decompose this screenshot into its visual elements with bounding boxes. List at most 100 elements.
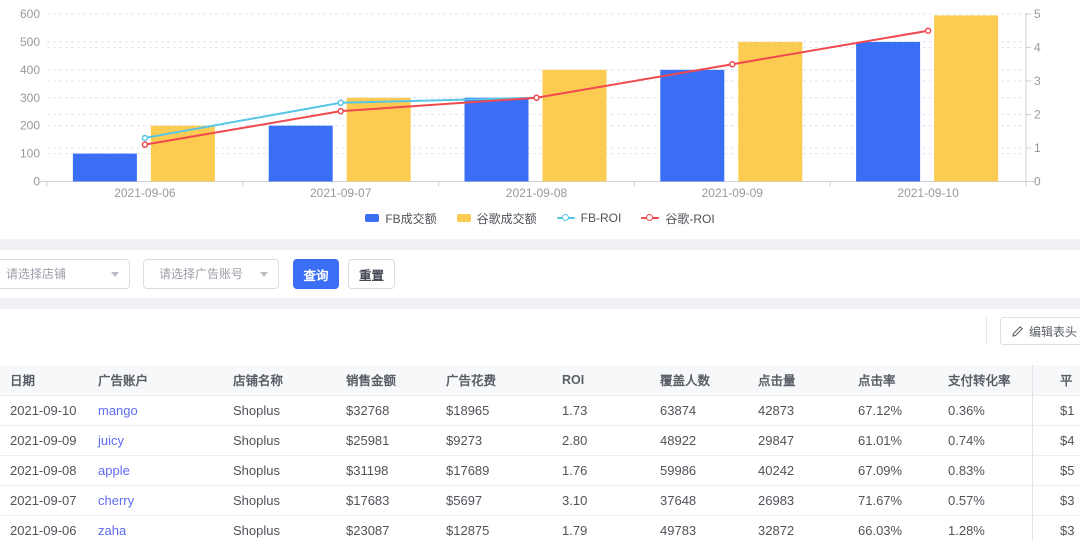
pencil-icon [1012, 325, 1023, 337]
table-cell: $9273 [436, 425, 552, 456]
table-row: 2021-09-09 juicy Shoplus $25981 $9273 2.80 489… [0, 425, 1080, 456]
table-cell: 3.10 [552, 485, 650, 516]
table-cell: 1.79 [552, 515, 650, 541]
column-header-10: 支付转化率 [938, 365, 1050, 396]
legend-label: FB-ROI [580, 211, 622, 225]
column-header-1: 日期 [0, 365, 88, 396]
table-cell: 2021-09-06 [0, 515, 88, 541]
marker-谷歌-ROI [141, 141, 149, 148]
left-axis-tick-label: 200 [20, 119, 40, 133]
table-cell: $12875 [436, 515, 552, 541]
marker-谷歌-ROI [533, 94, 540, 101]
chevron-down-icon [111, 272, 119, 277]
x-axis-category-label: 2021-09-10 [897, 186, 959, 200]
chevron-down-icon [260, 272, 268, 277]
table-cell: $25981 [336, 425, 436, 456]
marker-谷歌-ROI [729, 61, 736, 68]
column-header-2: 广告账户 [88, 365, 223, 396]
table-cell: 40242 [748, 455, 848, 486]
column-header-4: 销售金额 [336, 365, 436, 396]
legend-label: FB成交额 [385, 211, 437, 226]
ad-account-link[interactable]: apple [98, 463, 130, 478]
right-axis-tick-label: 1 [1034, 141, 1041, 155]
table-row: 2021-09-06 zaha Shoplus $23087 $12875 1.79 497… [0, 515, 1080, 541]
table-cell: 66.03% [848, 515, 938, 541]
table-cell: 0.74% [938, 425, 1050, 456]
ad-account-link[interactable]: mango [98, 403, 138, 418]
table-cell: $3 [1050, 485, 1080, 516]
table-cell: 59986 [650, 455, 748, 486]
table-cell: 26983 [748, 485, 848, 516]
x-axis-category-label: 2021-09-08 [506, 186, 568, 200]
table-row: 2021-09-07 cherry Shoplus $17683 $5697 3.10 37… [0, 485, 1080, 516]
left-axis-tick-label: 0 [33, 175, 40, 189]
right-axis-tick-label: 3 [1034, 74, 1041, 88]
right-axis-tick-label: 5 [1034, 7, 1041, 21]
table-cell: zaha [88, 515, 223, 541]
chart-legend: FB成交额 谷歌成交额 FB-ROI 谷歌-ROI [0, 209, 1080, 227]
shop-select-placeholder: 请选择店铺 [6, 267, 67, 281]
legend-label: 谷歌成交额 [476, 211, 537, 226]
table-cell: 2021-09-08 [0, 455, 88, 486]
table-cell: 1.73 [552, 395, 650, 426]
column-header-7: 覆盖人数 [650, 365, 748, 396]
query-button[interactable]: 查询 [293, 259, 339, 289]
legend-item-谷歌成交额[interactable]: 谷歌成交额 [456, 210, 537, 227]
legend-item-FB-ROI[interactable]: FB-ROI [556, 211, 622, 225]
ad-account-link[interactable]: juicy [98, 433, 124, 448]
table-row: 2021-09-10 mango Shoplus $32768 $18965 1.73 63… [0, 395, 1080, 426]
table-cell: apple [88, 455, 223, 486]
legend-label: 谷歌-ROI [665, 211, 715, 226]
column-header-6: ROI [552, 365, 650, 396]
filter-bar: 请选择店铺 请选择广告账号 查询 重置 [0, 250, 1080, 298]
table-cell: 2.80 [552, 425, 650, 456]
bar-FB成交额 [660, 69, 725, 182]
x-axis-category-label: 2021-09-07 [310, 186, 372, 200]
table-cell: 63874 [650, 395, 748, 426]
column-header-8: 点击量 [748, 365, 848, 396]
table-cell: $17689 [436, 455, 552, 486]
table-cell: 2021-09-10 [0, 395, 88, 426]
table-cell: Shoplus [223, 485, 336, 516]
right-axis-tick-label: 4 [1034, 41, 1041, 55]
table-cell: $3 [1050, 515, 1080, 541]
ad-account-link[interactable]: cherry [98, 493, 134, 508]
table-cell: 49783 [650, 515, 748, 541]
table-cell: $23087 [336, 515, 436, 541]
bar-FB成交额 [72, 153, 137, 182]
edit-header-button[interactable]: 编辑表头 [1000, 317, 1080, 345]
left-axis-tick-label: 500 [20, 35, 40, 49]
left-axis-tick-label: 100 [20, 147, 40, 161]
x-axis-category-label: 2021-09-06 [114, 186, 176, 200]
table-cell: 61.01% [848, 425, 938, 456]
table-cell: $31198 [336, 455, 436, 486]
table-cell: Shoplus [223, 455, 336, 486]
ad-account-link[interactable]: zaha [98, 523, 126, 538]
ad-account-select[interactable]: 请选择广告账号 [143, 259, 279, 289]
ad-account-select-placeholder: 请选择广告账号 [159, 267, 244, 281]
table-cell: $17683 [336, 485, 436, 516]
edit-header-label: 编辑表头 [1029, 324, 1078, 339]
table-cell: cherry [88, 485, 223, 516]
bar-FB成交额 [464, 97, 529, 182]
table-header-row: 日期 广告账户 店铺名称 销售金额 广告花费 ROI 覆盖人数 点击量 点击率 支付转化率平 [0, 365, 1080, 396]
table-wrapper: 日期 广告账户 店铺名称 销售金额 广告花费 ROI 覆盖人数 点击量 点击率 支付转化率平 20… [0, 365, 1080, 541]
legend-item-FB成交额[interactable]: FB成交额 [365, 210, 437, 227]
legend-bar-swatch [365, 214, 380, 222]
legend-bar-swatch [456, 214, 471, 222]
chart-card: 0 100 200 300 400 500 600 0 1 2 3 4 5 2021-09-06 2021-… [0, 0, 1080, 239]
table-cell: 42873 [748, 395, 848, 426]
table-cell: 37648 [650, 485, 748, 516]
data-table: 日期 广告账户 店铺名称 销售金额 广告花费 ROI 覆盖人数 点击量 点击率 支付转化率平 20… [0, 365, 1080, 541]
bar-谷歌成交额 [738, 41, 803, 182]
marker-FB-ROI [337, 99, 344, 107]
table-cell: $1 [1050, 395, 1080, 426]
shop-select[interactable]: 请选择店铺 [0, 259, 130, 289]
marker-谷歌-ROI [337, 107, 344, 115]
reset-button[interactable]: 重置 [348, 259, 395, 289]
table-cell: 2021-09-07 [0, 485, 88, 516]
table-cell: juicy [88, 425, 223, 456]
table-cell: Shoplus [223, 425, 336, 456]
right-axis-tick-label: 2 [1034, 108, 1041, 122]
legend-item-谷歌-ROI[interactable]: 谷歌-ROI [641, 210, 715, 227]
